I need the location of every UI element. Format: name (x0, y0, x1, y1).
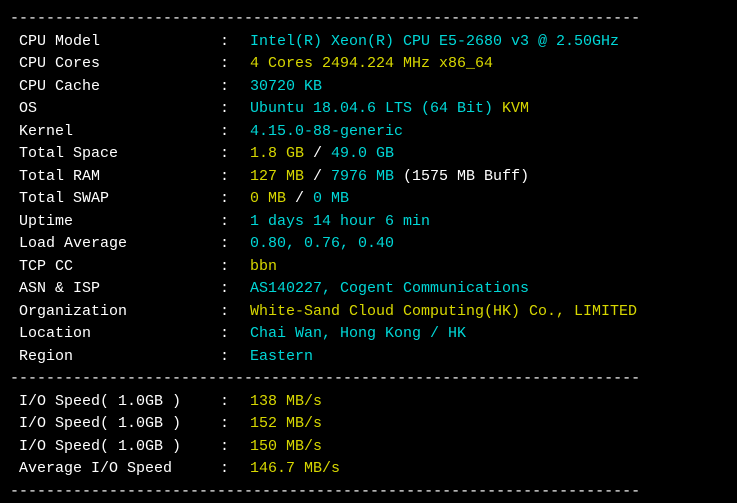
row-cpu-cache: CPU Cache : 30720 KB (10, 76, 727, 99)
value-kernel: 4.15.0-88-generic (250, 121, 403, 144)
value-location: Chai Wan, Hong Kong / HK (250, 323, 466, 346)
colon: : (220, 121, 250, 144)
row-io-average: Average I/O Speed : 146.7 MB/s (10, 458, 727, 481)
colon: : (220, 458, 250, 481)
row-cpu-cores: CPU Cores : 4 Cores 2494.224 MHz x86_64 (10, 53, 727, 76)
colon: : (220, 346, 250, 369)
divider-middle: ----------------------------------------… (10, 368, 727, 391)
label-cpu-model: CPU Model (10, 31, 220, 54)
divider-top: ----------------------------------------… (10, 8, 727, 31)
colon: : (220, 256, 250, 279)
label-os: OS (10, 98, 220, 121)
swap-sep: / (286, 188, 313, 211)
label-cpu-cache: CPU Cache (10, 76, 220, 99)
value-cpu-model: Intel(R) Xeon(R) CPU E5-2680 v3 @ 2.50GH… (250, 31, 619, 54)
row-io-3: I/O Speed( 1.0GB ) : 150 MB/s (10, 436, 727, 459)
value-load-average: 0.80, 0.76, 0.40 (250, 233, 394, 256)
row-region: Region : Eastern (10, 346, 727, 369)
colon: : (220, 278, 250, 301)
label-location: Location (10, 323, 220, 346)
colon: : (220, 76, 250, 99)
colon: : (220, 143, 250, 166)
value-organization: White-Sand Cloud Computing(HK) Co., LIMI… (250, 301, 637, 324)
row-organization: Organization : White-Sand Cloud Computin… (10, 301, 727, 324)
value-os-kvm: KVM (502, 98, 529, 121)
colon: : (220, 98, 250, 121)
value-io-2: 152 MB/s (250, 413, 322, 436)
label-total-ram: Total RAM (10, 166, 220, 189)
value-cpu-cores: 4 Cores 2494.224 MHz x86_64 (250, 53, 493, 76)
label-io-2: I/O Speed( 1.0GB ) (10, 413, 220, 436)
value-os-main: Ubuntu 18.04.6 LTS (64 Bit) (250, 98, 502, 121)
terminal-output: ----------------------------------------… (10, 8, 727, 503)
value-tcp-cc: bbn (250, 256, 277, 279)
label-tcp-cc: TCP CC (10, 256, 220, 279)
colon: : (220, 31, 250, 54)
row-total-space: Total Space : 1.8 GB / 49.0 GB (10, 143, 727, 166)
row-kernel: Kernel : 4.15.0-88-generic (10, 121, 727, 144)
colon: : (220, 233, 250, 256)
value-io-3: 150 MB/s (250, 436, 322, 459)
colon: : (220, 301, 250, 324)
label-cpu-cores: CPU Cores (10, 53, 220, 76)
colon: : (220, 53, 250, 76)
value-space-total: 49.0 GB (331, 143, 394, 166)
label-load-average: Load Average (10, 233, 220, 256)
row-tcp-cc: TCP CC : bbn (10, 256, 727, 279)
row-os: OS : Ubuntu 18.04.6 LTS (64 Bit) KVM (10, 98, 727, 121)
label-asn-isp: ASN & ISP (10, 278, 220, 301)
label-organization: Organization (10, 301, 220, 324)
value-asn-isp: AS140227, Cogent Communications (250, 278, 529, 301)
label-io-3: I/O Speed( 1.0GB ) (10, 436, 220, 459)
value-ram-used: 127 MB (250, 166, 304, 189)
label-total-swap: Total SWAP (10, 188, 220, 211)
label-region: Region (10, 346, 220, 369)
colon: : (220, 211, 250, 234)
row-cpu-model: CPU Model : Intel(R) Xeon(R) CPU E5-2680… (10, 31, 727, 54)
row-uptime: Uptime : 1 days 14 hour 6 min (10, 211, 727, 234)
label-io-1: I/O Speed( 1.0GB ) (10, 391, 220, 414)
colon: : (220, 436, 250, 459)
label-io-average: Average I/O Speed (10, 458, 220, 481)
value-io-1: 138 MB/s (250, 391, 322, 414)
row-io-1: I/O Speed( 1.0GB ) : 138 MB/s (10, 391, 727, 414)
value-swap-total: 0 MB (313, 188, 349, 211)
value-io-average: 146.7 MB/s (250, 458, 340, 481)
row-total-ram: Total RAM : 127 MB / 7976 MB (1575 MB Bu… (10, 166, 727, 189)
colon: : (220, 413, 250, 436)
row-location: Location : Chai Wan, Hong Kong / HK (10, 323, 727, 346)
value-cpu-cache: 30720 KB (250, 76, 322, 99)
row-asn-isp: ASN & ISP : AS140227, Cogent Communicati… (10, 278, 727, 301)
label-kernel: Kernel (10, 121, 220, 144)
space-sep: / (304, 143, 331, 166)
value-swap-used: 0 MB (250, 188, 286, 211)
label-uptime: Uptime (10, 211, 220, 234)
row-total-swap: Total SWAP : 0 MB / 0 MB (10, 188, 727, 211)
colon: : (220, 391, 250, 414)
ram-sep: / (304, 166, 331, 189)
value-ram-buff: (1575 MB Buff) (403, 166, 529, 189)
row-load-average: Load Average : 0.80, 0.76, 0.40 (10, 233, 727, 256)
value-uptime: 1 days 14 hour 6 min (250, 211, 430, 234)
value-region: Eastern (250, 346, 313, 369)
value-space-used: 1.8 GB (250, 143, 304, 166)
label-total-space: Total Space (10, 143, 220, 166)
value-ram-total: 7976 MB (331, 166, 403, 189)
colon: : (220, 188, 250, 211)
colon: : (220, 323, 250, 346)
row-io-2: I/O Speed( 1.0GB ) : 152 MB/s (10, 413, 727, 436)
colon: : (220, 166, 250, 189)
